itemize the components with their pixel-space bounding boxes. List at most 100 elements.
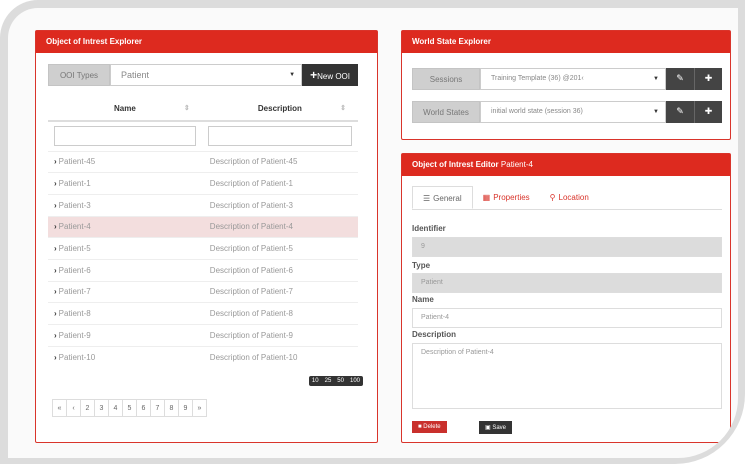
name-label: Name (412, 295, 434, 304)
world-states-value: initial world state (session 36) (491, 108, 583, 115)
add-world-state-button[interactable]: ✚ (694, 101, 722, 123)
table-row[interactable]: › Patient-10 Description of Patient-10 (48, 345, 358, 368)
table-row[interactable]: › Patient-6 Description of Patient-6 (48, 258, 358, 282)
row-name-cell: › Patient-8 (48, 302, 202, 325)
row-name-cell: › Patient-5 (48, 237, 202, 260)
page-size-group: 10 25 50 100 (308, 376, 363, 386)
sessions-label: Sessions (412, 68, 480, 90)
row-description: Description of Patient-5 (201, 237, 358, 260)
table-row[interactable]: › Patient-9 Description of Patient-9 (48, 324, 358, 347)
table-row[interactable]: › Patient-3 Description of Patient-3 (48, 193, 358, 217)
page-link[interactable]: ‹ (66, 399, 81, 417)
edit-world-state-button[interactable]: ✎ (666, 101, 694, 123)
row-name: Patient-10 (58, 352, 96, 362)
table-row[interactable]: › Patient-45 Description of Patient-45 (48, 150, 358, 173)
identifier-field: 9 (412, 237, 722, 257)
row-description: Description of Patient-7 (201, 280, 358, 303)
chevron-right-icon[interactable]: › (54, 353, 57, 362)
page-link[interactable]: 9 (178, 399, 193, 417)
page-link[interactable]: 4 (108, 399, 123, 417)
sessions-select[interactable]: Training Template (36) @201‹ ▼ (480, 68, 666, 90)
edit-session-button[interactable]: ✎ (666, 68, 694, 90)
page-link[interactable]: 8 (164, 399, 179, 417)
page-link[interactable]: 2 (80, 399, 95, 417)
table-icon: ▦ (482, 193, 491, 202)
page-link[interactable]: « (52, 399, 67, 417)
page-size-100[interactable]: 100 (347, 376, 363, 386)
chevron-right-icon[interactable]: › (54, 201, 57, 210)
world-states-select[interactable]: initial world state (session 36) ▼ (480, 101, 666, 123)
chevron-right-icon[interactable]: › (54, 179, 57, 188)
plus-icon: ✚ (704, 107, 713, 117)
page-size-10[interactable]: 10 (309, 376, 322, 386)
row-name-cell: › Patient-1 (48, 172, 202, 195)
table-row[interactable]: › Patient-4 Description of Patient-4 (48, 215, 358, 238)
tab-general[interactable]: ☰ General (412, 186, 473, 209)
page-link[interactable]: 6 (136, 399, 151, 417)
row-name: Patient-8 (58, 309, 91, 319)
chevron-right-icon[interactable]: › (54, 287, 57, 296)
delete-label: Delete (423, 424, 441, 430)
editor-title-text: Object of Intrest Editor (412, 160, 499, 169)
row-description: Description of Patient-9 (201, 324, 358, 347)
tab-location-label: Location (558, 193, 589, 202)
ooi-type-select[interactable]: Patient ▼ (110, 64, 303, 86)
new-ooi-button[interactable]: +New OOI (302, 64, 358, 86)
page-size-50[interactable]: 50 (334, 376, 347, 386)
description-field[interactable]: Description of Patient-4 (412, 343, 722, 409)
row-name-cell: › Patient-45 (48, 150, 202, 173)
row-name-cell: › Patient-6 (48, 258, 202, 282)
type-field: Patient (412, 273, 722, 293)
table-row[interactable]: › Patient-7 Description of Patient-7 (48, 280, 358, 303)
name-field[interactable]: Patient-4 (412, 308, 722, 328)
table-row[interactable]: › Patient-8 Description of Patient-8 (48, 302, 358, 325)
tab-properties[interactable]: ▦ Properties (473, 186, 540, 209)
column-header-name[interactable]: Name ⇕ (48, 97, 202, 122)
page-link[interactable]: 5 (122, 399, 137, 417)
new-ooi-label: New OOI (317, 72, 350, 81)
page-link[interactable]: 3 (94, 399, 109, 417)
row-name-cell: › Patient-10 (48, 345, 202, 368)
name-filter-input[interactable] (54, 126, 196, 147)
pagination: «‹ 2 3 4 5 6 7 8 9» (52, 399, 207, 417)
row-name-cell: › Patient-9 (48, 324, 202, 347)
window-frame: Object of Intrest Explorer OOI Types Pat… (0, 0, 745, 464)
page-size-25[interactable]: 25 (322, 376, 335, 386)
add-session-button[interactable]: ✚ (694, 68, 722, 90)
table-row[interactable]: › Patient-5 Description of Patient-5 (48, 237, 358, 260)
delete-button[interactable]: ■ Delete (412, 421, 447, 433)
description-filter-input[interactable] (207, 126, 352, 147)
trash-icon: ■ (418, 424, 422, 430)
row-name: Patient-7 (58, 287, 91, 297)
identifier-label: Identifier (412, 224, 446, 233)
tab-properties-label: Properties (493, 193, 530, 202)
sessions-value: Training Template (36) @201‹ (491, 75, 584, 82)
column-header-description[interactable]: Description ⇕ (201, 97, 358, 122)
world-states-label: World States (412, 101, 480, 123)
chevron-right-icon[interactable]: › (54, 309, 57, 318)
row-name: Patient-1 (58, 179, 91, 189)
ooi-explorer-panel: Object of Intrest Explorer OOI Types Pat… (35, 30, 378, 443)
row-name-cell: › Patient-4 (48, 215, 202, 238)
ooi-types-label: OOI Types (48, 64, 110, 86)
tab-location[interactable]: ⚲ Location (540, 186, 599, 209)
row-name-cell: › Patient-7 (48, 280, 202, 303)
row-description: Description of Patient-10 (201, 345, 358, 368)
row-description: Description of Patient-3 (201, 193, 358, 217)
sort-icon: ⇕ (183, 105, 190, 112)
page-link[interactable]: 7 (150, 399, 165, 417)
chevron-right-icon[interactable]: › (54, 157, 57, 166)
table-row[interactable]: › Patient-1 Description of Patient-1 (48, 172, 358, 195)
chevron-right-icon[interactable]: › (54, 244, 57, 253)
page-link[interactable]: » (192, 399, 207, 417)
save-button[interactable]: ▣ Save (479, 421, 513, 434)
chevron-right-icon[interactable]: › (54, 266, 57, 275)
edit-icon: ✎ (676, 74, 684, 84)
row-description: Description of Patient-1 (201, 172, 358, 195)
sessions-row: Sessions Training Template (36) @201‹ ▼ … (412, 68, 722, 90)
column-description-label: Description (257, 104, 302, 113)
row-name: Patient-6 (58, 265, 91, 275)
chevron-right-icon[interactable]: › (54, 222, 57, 231)
world-states-row: World States initial world state (sessio… (412, 101, 722, 123)
chevron-right-icon[interactable]: › (54, 331, 57, 340)
